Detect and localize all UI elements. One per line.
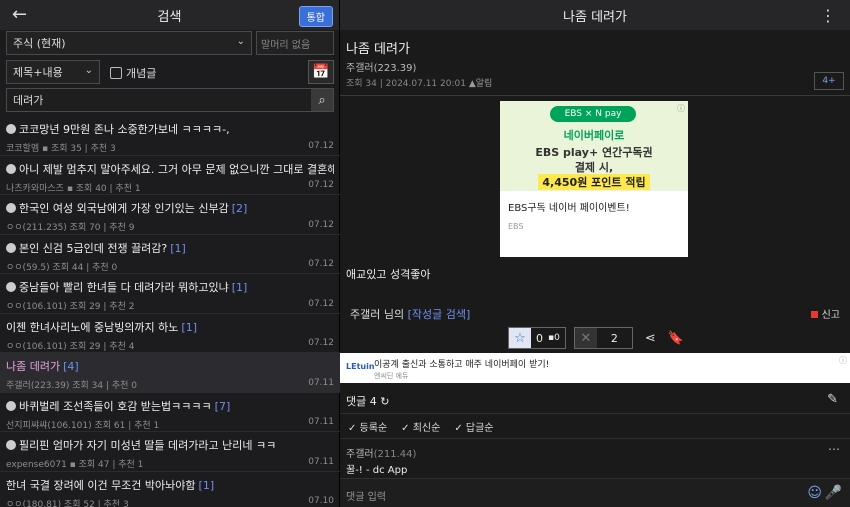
upvote-button[interactable]: ☆ 0 ▪0 xyxy=(508,327,566,349)
search-panel: ← 검색 통합 주식 (현재) ⌄ 말머리 없음 제목+내용 ⌄ 개념글 📅 데… xyxy=(0,0,340,507)
post-icon xyxy=(6,282,16,292)
star-icon: ☆ xyxy=(509,328,531,348)
post-icon xyxy=(6,440,16,450)
comment-sort-bar: ✓ 등록순 ✓ 최신순 ✓ 답글순 xyxy=(340,413,850,439)
list-item[interactable]: 이젠 한녀사리노에 중남빙의까지 하노 [1] ㅇㅇ(106.101) 조회 29… xyxy=(0,314,340,353)
comment-input[interactable]: 댓글 입력 ☺ 🎤 xyxy=(340,478,850,507)
list-item[interactable]: 필리핀 엄마가 자기 미성년 딸들 데려가라고 난리네 ㅋㅋ expense60… xyxy=(0,432,340,472)
page-title: 검색 xyxy=(157,9,182,25)
mic-icon[interactable]: 🎤 xyxy=(825,485,842,501)
post-icon xyxy=(6,124,16,134)
divider xyxy=(340,95,850,96)
list-item[interactable]: 코코망년 9만원 존나 소중한가보네 ㅋㅋㅋㅋ-, 코코할멤 ▪ 조회 35 |… xyxy=(0,116,340,156)
post-body: 애교있고 성격좋아 xyxy=(346,268,431,281)
chevron-down-icon: ⌄ xyxy=(84,65,93,76)
list-item-active[interactable]: 나좀 데려가 [4] 주갤러(223.39) 조회 34 | 추천 0 07.11 xyxy=(0,353,340,393)
close-icon: ✕ xyxy=(574,328,597,348)
post-author[interactable]: 주갤러(223.39) xyxy=(346,59,416,74)
emoticon-icon[interactable]: ☺ xyxy=(807,485,822,501)
search-topbar: ← 검색 통합 xyxy=(0,0,339,30)
downvote-button[interactable]: ✕ 2 xyxy=(573,327,633,349)
siren-icon xyxy=(810,311,818,318)
more-horizontal-icon[interactable]: ⋯ xyxy=(828,442,840,456)
ad-image: EBS × N pay 네이버페이로 EBS play+ 연간구독권 결제 시,… xyxy=(500,101,688,191)
post-title: 나좀 데려가 xyxy=(346,42,410,57)
post-icon xyxy=(6,203,16,213)
comment-header: 댓글 4 ↻ xyxy=(346,395,390,408)
list-item[interactable]: 아니 제발 멈추지 말아주세요. 그거 아무 문제 없으니깐 그대로 결혼해주세… xyxy=(0,156,340,195)
info-icon[interactable]: ⓘ xyxy=(839,355,847,366)
gallery-select[interactable]: 주식 (현재) ⌄ xyxy=(6,31,252,55)
integrated-search-button[interactable]: 통합 xyxy=(298,6,333,27)
search-icon[interactable]: ⌕ xyxy=(311,89,333,111)
comment-text: 꿀-! - dc App xyxy=(346,465,408,476)
writer-search-link[interactable]: [작성글 검색] xyxy=(408,308,471,321)
more-vertical-icon[interactable]: ⋮ xyxy=(820,6,836,25)
search-result-list: 코코망년 9만원 존나 소중한가보네 ㅋㅋㅋㅋ-, 코코할멤 ▪ 조회 35 |… xyxy=(0,116,340,507)
checkbox-icon[interactable] xyxy=(110,67,122,79)
search-input[interactable]: 데려가 ⌕ xyxy=(6,88,334,112)
arrow-left-icon[interactable]: ← xyxy=(12,4,27,25)
post-icon xyxy=(6,400,16,411)
post-topbar: 나좀 데려가 ⋮ xyxy=(340,0,850,30)
writer-info: 주갤러 님의 [작성글 검색] xyxy=(350,308,471,321)
pen-icon[interactable]: ✎ xyxy=(827,392,838,407)
report-button[interactable]: 신고 xyxy=(810,306,840,321)
info-icon[interactable]: ⓘ xyxy=(677,103,685,114)
post-header-title: 나좀 데려가 xyxy=(563,9,627,25)
list-item[interactable]: 본인 신검 5급인데 전쟁 끌려감? [1] ㅇㅇ(59.5) 조회 44 | 추… xyxy=(0,235,340,274)
calendar-icon[interactable]: 📅 xyxy=(308,60,334,84)
bookmark-icon[interactable]: 🔖 xyxy=(668,331,684,346)
sort-replies[interactable]: ✓ 답글순 xyxy=(454,419,493,434)
list-item[interactable]: 한녀 국결 장려에 이건 무조건 박아놔야함 [1] ㅇㅇ(180.81) 조회 … xyxy=(0,472,340,507)
post-icon xyxy=(6,242,16,253)
vote-bar: ☆ 0 ▪0 ✕ 2 ⋖ 🔖 xyxy=(508,327,684,349)
sort-registered[interactable]: ✓ 등록순 xyxy=(348,419,387,434)
comment-count-button[interactable]: 4+ xyxy=(814,72,844,90)
share-icon[interactable]: ⋖ xyxy=(645,331,656,346)
post-meta: 조회 34 | 2024.07.11 20:01 ▲알림 xyxy=(346,79,493,89)
chevron-down-icon: ⌄ xyxy=(236,36,245,47)
recommend-checkbox[interactable]: 개념글 xyxy=(110,65,156,81)
list-item[interactable]: 바퀴벌레 조선족들이 호감 받는법ㅋㅋㅋㅋ [7] 선지피쌰쌰(106.101) … xyxy=(0,393,340,432)
list-item[interactable]: 중남들아 빨리 한녀들 다 데려가라 뭐하고있냐 [1] ㅇㅇ(106.101) … xyxy=(0,274,340,314)
comment-author[interactable]: 주갤러(211.44) xyxy=(346,445,416,460)
post-panel: 나좀 데려가 ⋮ 나좀 데려가 주갤러(223.39) 조회 34 | 2024… xyxy=(340,0,850,507)
ad-banner[interactable]: LEtuin 이공계 출신과 소통하고 매주 네이버페이 받기! 엔씨딘 에듀 … xyxy=(340,353,850,383)
list-item[interactable]: 한국인 여성 외국남에게 가장 인기있는 신부감 [2] ㅇㅇ(211.235) … xyxy=(0,195,340,235)
sort-latest[interactable]: ✓ 최신순 xyxy=(401,419,440,434)
notice-tag[interactable]: ▲알림 xyxy=(469,79,492,89)
refresh-icon[interactable]: ↻ xyxy=(380,395,389,408)
post-icon xyxy=(6,163,16,174)
prefix-select[interactable]: 말머리 없음 xyxy=(256,31,334,55)
ad-card[interactable]: EBS × N pay 네이버페이로 EBS play+ 연간구독권 결제 시,… xyxy=(500,101,688,257)
search-field-select[interactable]: 제목+내용 ⌄ xyxy=(6,60,100,84)
